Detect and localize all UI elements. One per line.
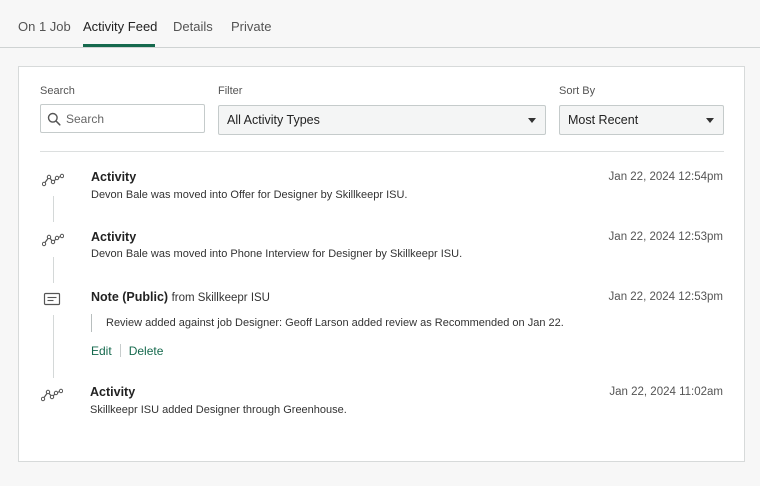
search-input[interactable] [66, 109, 201, 129]
feed-item-timestamp: Jan 22, 2024 12:53pm [608, 291, 723, 303]
note-actions: Edit Delete [91, 344, 163, 358]
chevron-down-icon [706, 118, 714, 123]
activity-feed-card: Search Filter All Activity Types Sort By… [18, 66, 745, 462]
feed-item-timestamp: Jan 22, 2024 12:53pm [608, 231, 723, 243]
feed-item-timestamp: Jan 22, 2024 11:02am [609, 386, 723, 398]
timeline-connector [53, 196, 54, 222]
feed-item-timestamp: Jan 22, 2024 12:54pm [608, 171, 723, 183]
tab-private[interactable]: Private [231, 19, 271, 34]
sort-select-value: Most Recent [568, 113, 639, 127]
note-author: from Skillkeepr ISU [171, 292, 270, 304]
filter-divider [40, 151, 724, 152]
search-label: Search [40, 85, 75, 97]
activity-trend-icon [42, 233, 64, 247]
feed-item-description: Devon Bale was moved into Offer for Desi… [91, 189, 408, 201]
tab-activity-feed[interactable]: Activity Feed [83, 19, 157, 34]
sort-select[interactable]: Most Recent [559, 105, 724, 135]
tab-bar: On 1 Job Activity Feed Details Private [0, 0, 760, 48]
tab-details[interactable]: Details [173, 19, 213, 34]
feed-item-title: Note (Public) from Skillkeepr ISU [91, 290, 270, 304]
sort-label: Sort By [559, 85, 596, 97]
search-icon [47, 112, 61, 126]
feed-item-description: Devon Bale was moved into Phone Intervie… [91, 248, 463, 260]
active-tab-indicator [83, 44, 155, 47]
note-icon [43, 292, 61, 306]
feed-item-title: Activity [91, 170, 137, 184]
note-title: Note (Public) [91, 290, 169, 304]
feed-item-title: Activity [91, 230, 137, 244]
chevron-down-icon [528, 118, 536, 123]
activity-trend-icon [42, 173, 64, 187]
tab-on-1-job[interactable]: On 1 Job [18, 19, 71, 34]
filter-select-value: All Activity Types [227, 113, 320, 127]
activity-trend-icon [41, 388, 63, 402]
edit-link[interactable]: Edit [91, 344, 112, 358]
filter-label: Filter [218, 85, 243, 97]
note-body: Review added against job Designer: Geoff… [91, 314, 564, 332]
feed-item-description: Skillkeepr ISU added Designer through Gr… [90, 404, 347, 416]
filter-select[interactable]: All Activity Types [218, 105, 546, 135]
search-field[interactable] [40, 104, 205, 133]
action-separator [119, 344, 121, 357]
delete-link[interactable]: Delete [129, 344, 164, 358]
timeline-connector [53, 257, 54, 283]
timeline-connector [53, 315, 54, 378]
feed-item-title: Activity [90, 385, 136, 399]
